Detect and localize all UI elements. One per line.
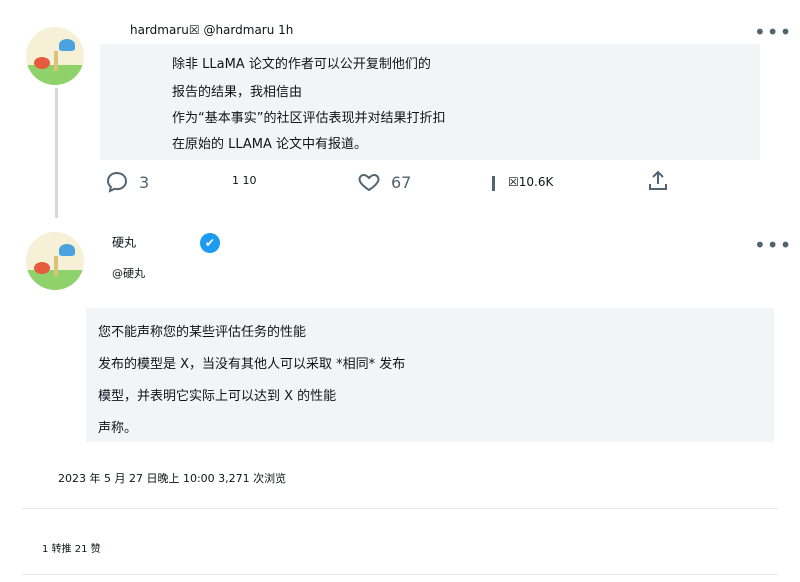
views-button[interactable]: ☒10.6K xyxy=(490,173,553,191)
tweet-text-line: 作为“基本事实”的社区评估表现并对结果打折扣 xyxy=(172,111,446,126)
avatar-pole xyxy=(54,51,58,71)
avatar[interactable] xyxy=(26,232,84,290)
heart-icon xyxy=(358,173,380,192)
like-count: 67 xyxy=(391,172,412,192)
tweet-text-line: 声称。 xyxy=(98,421,138,436)
tweet-timestamp[interactable]: 2023 年 5 月 27 日晚上 10:00 3,271 次浏览 xyxy=(58,470,286,486)
engagement-stats[interactable]: 1 转推 21 赞 xyxy=(42,540,101,555)
views-icon xyxy=(492,176,495,191)
verified-badge-icon: ✔ xyxy=(199,233,220,253)
author-handle[interactable]: @硬丸 xyxy=(112,265,145,281)
author-name-text: 硬丸 xyxy=(112,235,137,250)
tweet-text-line: 除非 LLaMA 论文的作者可以公开复制他们的 xyxy=(172,57,431,72)
tweet-text: 您不能声称您的某些评估任务的性能 发布的模型是 X，当没有其他人可以采取 *相同… xyxy=(86,308,774,442)
tweet-text: 除非 LLaMA 论文的作者可以公开复制他们的 报告的结果，我相信由 作为“基本… xyxy=(100,44,760,160)
retweet-button[interactable]: 1 10 xyxy=(232,174,257,187)
avatar-pole xyxy=(54,256,58,276)
avatar-figure-left xyxy=(34,262,50,274)
retweet-count: 1 10 xyxy=(232,174,257,187)
tweet-text-line: 在原始的 LLAMA 论文中有报道。 xyxy=(172,137,368,152)
share-button[interactable] xyxy=(646,169,670,193)
tweet-text-line: 模型，并表明它实际上可以达到 X 的性能 xyxy=(98,389,337,404)
avatar-figure-right xyxy=(59,244,75,256)
divider xyxy=(22,574,778,575)
more-options-icon[interactable]: ••• xyxy=(754,235,792,255)
reply-button[interactable]: 3 xyxy=(105,170,149,194)
like-button[interactable]: 67 xyxy=(357,170,411,194)
reply-count: 3 xyxy=(139,172,150,192)
author-name[interactable]: 硬丸 ✔ xyxy=(112,233,220,253)
views-count: ☒10.6K xyxy=(508,175,554,189)
tweet-text-line: 报告的结果，我相信由 xyxy=(172,85,303,100)
tweet-text-line: 您不能声称您的某些评估任务的性能 xyxy=(98,325,307,340)
avatar-figure-left xyxy=(34,57,50,69)
avatar-figure-right xyxy=(59,39,75,51)
more-options-icon[interactable]: ••• xyxy=(754,22,792,42)
divider xyxy=(22,508,778,509)
tweet-author-line[interactable]: hardmaru☒ @hardmaru 1h xyxy=(130,23,293,37)
thread-line xyxy=(55,88,58,218)
avatar[interactable] xyxy=(26,27,84,85)
share-icon xyxy=(649,170,667,190)
reply-icon xyxy=(106,171,128,193)
tweet-text-line: 发布的模型是 X，当没有其他人可以采取 *相同* 发布 xyxy=(98,357,406,372)
